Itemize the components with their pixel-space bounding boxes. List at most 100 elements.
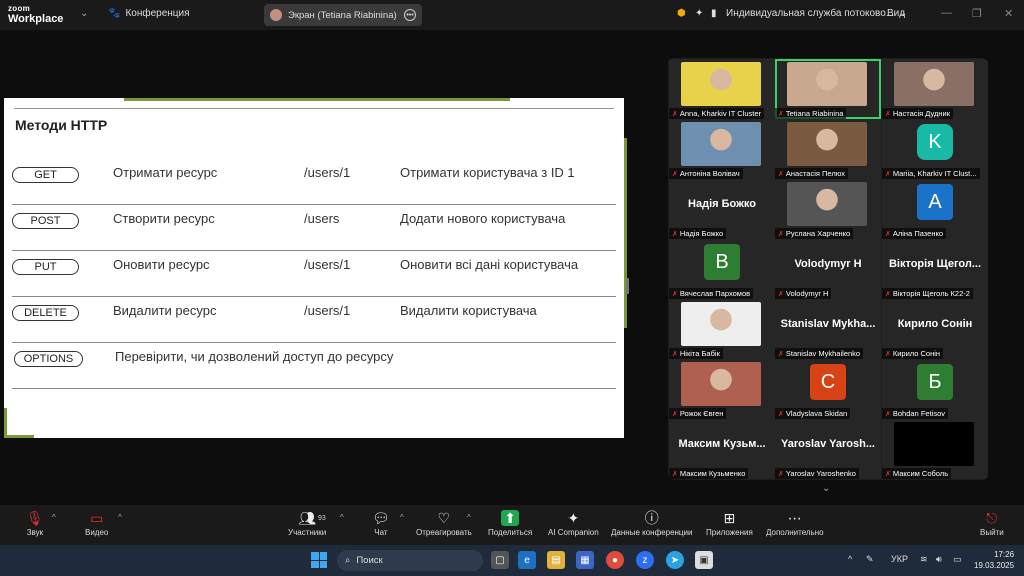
video-button[interactable]: ▭ Видео — [85, 508, 108, 537]
slide-divider — [14, 108, 614, 109]
participant-tile[interactable]: K ✗ Mariia, Kharkiv IT Clust... — [882, 119, 988, 179]
taskbar-clock[interactable]: 17:26 19.03.2025 — [974, 549, 1014, 571]
participant-tile[interactable]: Вікторія Щегол... ✗ Вікторія Щеголь К22-2 — [882, 239, 988, 299]
mic-muted-icon: ✗ — [885, 230, 891, 238]
participant-video — [787, 62, 867, 106]
chrome-icon[interactable]: ● — [606, 551, 624, 569]
people-icon: 👥︎ — [298, 510, 316, 526]
participant-name-label: ✗ Максим Соболь — [882, 468, 952, 479]
zoom-app-icon[interactable]: z — [636, 551, 654, 569]
mic-muted-icon: ✗ — [778, 470, 784, 478]
splitter-handle[interactable] — [626, 278, 629, 294]
file-explorer-icon[interactable]: ▤ — [547, 551, 565, 569]
minimize-icon[interactable]: — — [941, 7, 952, 19]
participant-tile[interactable]: ✗ Максим Соболь — [882, 419, 988, 479]
participant-tile[interactable]: ✗ Tetiana Riabinina — [775, 59, 881, 119]
screen-share-chip[interactable]: Экран (Tetiana Riabinina) ••• — [264, 4, 422, 26]
slide-accent-top — [124, 98, 510, 101]
participant-name: Настасія Дудник — [892, 109, 951, 118]
method-row-options: OPTIONS Перевірити, чи дозволений доступ… — [12, 343, 616, 389]
more-options-icon[interactable]: ••• — [404, 9, 416, 21]
mic-muted-icon: ✗ — [778, 230, 784, 238]
participants-button[interactable]: 👥︎ Участники — [288, 508, 326, 537]
participant-name: Anna, Kharkiv IT Cluster — [679, 109, 762, 118]
mic-muted-icon: ✗ — [672, 230, 678, 238]
participant-tile[interactable]: Кирило Сонін ✗ Кирило Сонін — [882, 299, 988, 359]
mic-muted-icon: ✗ — [885, 290, 891, 298]
battery-icon[interactable]: ▭ — [953, 554, 962, 565]
participant-tile[interactable]: A ✗ Аліна Пазенко — [882, 179, 988, 239]
method-path: /users — [304, 211, 340, 226]
chevron-up-icon[interactable]: ^ — [52, 513, 56, 522]
windows-start-icon[interactable] — [311, 552, 327, 568]
participant-name-label: ✗ Вячеслав Пархомов — [669, 288, 754, 299]
pen-icon[interactable]: ✎ — [866, 554, 874, 565]
participant-name: Вячеслав Пархомов — [679, 289, 751, 298]
view-button[interactable]: Вид — [887, 8, 905, 19]
chevron-up-icon[interactable]: ^ — [118, 513, 122, 522]
notes-app-icon[interactable]: ▣ — [695, 551, 713, 569]
participant-name-label: ✗ Анастасія Пелюх — [775, 168, 849, 179]
taskbar-search[interactable]: ⌕ Поиск — [337, 550, 483, 571]
mic-muted-icon: ✗ — [778, 350, 784, 358]
participant-tile[interactable]: Максим Кузьм... ✗ Максим Кузьменко — [669, 419, 775, 479]
task-view-icon[interactable]: ▢ — [491, 551, 509, 569]
participant-tile[interactable]: ✗ Anna, Kharkiv IT Cluster — [669, 59, 775, 119]
apps-button[interactable]: ⊞ Приложения — [706, 508, 753, 537]
audio-button[interactable]: 🎙︎ Звук — [26, 508, 44, 537]
leave-icon: ⎋ — [986, 510, 998, 526]
participant-name: Volodymyr H — [785, 289, 829, 298]
close-icon[interactable]: ✕ — [1004, 7, 1013, 20]
sound-source[interactable]: Индивидуальная служба потоково... ⌄ — [726, 8, 908, 19]
participant-tile[interactable]: ✗ Антоніна Волівач — [669, 119, 775, 179]
share-label: Поделиться — [488, 528, 533, 537]
react-button[interactable]: ♡ Отреагировать — [416, 508, 472, 537]
participant-tile[interactable]: Volodymyr H ✗ Volodymyr H — [775, 239, 881, 299]
participant-tile[interactable]: C ✗ Vladyslava Skidan — [775, 359, 881, 419]
participant-name: Максим Соболь — [892, 469, 949, 478]
participant-name-label: ✗ Антоніна Волівач — [669, 168, 743, 179]
language-indicator[interactable]: УКР — [891, 554, 908, 564]
chevron-down-icon[interactable]: ⌄ — [822, 483, 830, 494]
apps-icon: ⊞ — [723, 510, 736, 526]
restore-icon[interactable]: ❐ — [972, 7, 982, 20]
telegram-icon[interactable]: ➤ — [666, 551, 684, 569]
meeting-menu[interactable]: 🐾 Конференция — [108, 8, 190, 19]
participant-gallery: ✗ Anna, Kharkiv IT Cluster ✗ Tetiana Riabin… — [668, 58, 988, 480]
participant-tile[interactable]: ✗ Руслана Харченко — [775, 179, 881, 239]
edge-icon[interactable]: e — [518, 551, 536, 569]
participant-tile[interactable]: ✗ Нікіта Бабік — [669, 299, 775, 359]
logo-line-2: Workplace — [8, 13, 64, 25]
chevron-up-icon[interactable]: ^ — [340, 513, 344, 522]
participant-tile[interactable]: Stanislav Mykha... ✗ Stanislav Mykhailenko — [775, 299, 881, 359]
screen-share-label: Экран (Tetiana Riabinina) — [288, 9, 397, 21]
participant-name: Bohdan Fetisov — [892, 409, 945, 418]
participant-tile[interactable]: Yaroslav Yarosh... ✗ Yaroslav Yaroshenko — [775, 419, 881, 479]
participant-name-label: ✗ Vladyslava Skidan — [775, 408, 851, 419]
participant-name: Аліна Пазенко — [892, 229, 943, 238]
participant-tile[interactable]: ✗ Анастасія Пелюх — [775, 119, 881, 179]
participant-tile[interactable]: Б ✗ Bohdan Fetisov — [882, 359, 988, 419]
shield-icon[interactable]: ⬢ — [677, 8, 686, 19]
chevron-up-icon[interactable]: ^ — [400, 513, 404, 522]
participant-tile[interactable]: ✗ Рожок Євген — [669, 359, 775, 419]
method-description: Отримати користувача з ID 1 — [400, 165, 575, 180]
wifi-icon[interactable]: ≋ — [920, 554, 928, 565]
method-action: Видалити ресурс — [113, 303, 217, 318]
chevron-up-icon[interactable]: ^ — [467, 513, 471, 522]
participant-avatar: A — [917, 184, 953, 220]
more-button[interactable]: ⋯ Дополнительно — [766, 508, 824, 537]
meeting-info-button[interactable]: ⓘ Данные конференции — [611, 508, 692, 537]
leave-button[interactable]: ⎋ Выйти — [980, 508, 1004, 537]
participant-tile[interactable]: Надія Божко ✗ Надія Божко — [669, 179, 775, 239]
share-button[interactable]: ⬆ Поделиться — [488, 508, 532, 537]
chevron-up-icon[interactable]: ^ — [848, 554, 852, 564]
volume-icon[interactable]: 🔊︎ — [936, 554, 942, 565]
participant-tile[interactable]: В ✗ Вячеслав Пархомов — [669, 239, 775, 299]
chat-button[interactable]: 💬︎ Чат — [372, 508, 390, 537]
sparkle-icon[interactable]: ✦ — [695, 8, 703, 19]
ai-companion-button[interactable]: ✦ AI Companion — [548, 508, 599, 537]
participant-tile[interactable]: ✗ Настасія Дудник — [882, 59, 988, 119]
store-icon[interactable]: ▦ — [576, 551, 594, 569]
chevron-down-icon[interactable]: ⌄ — [80, 8, 88, 19]
